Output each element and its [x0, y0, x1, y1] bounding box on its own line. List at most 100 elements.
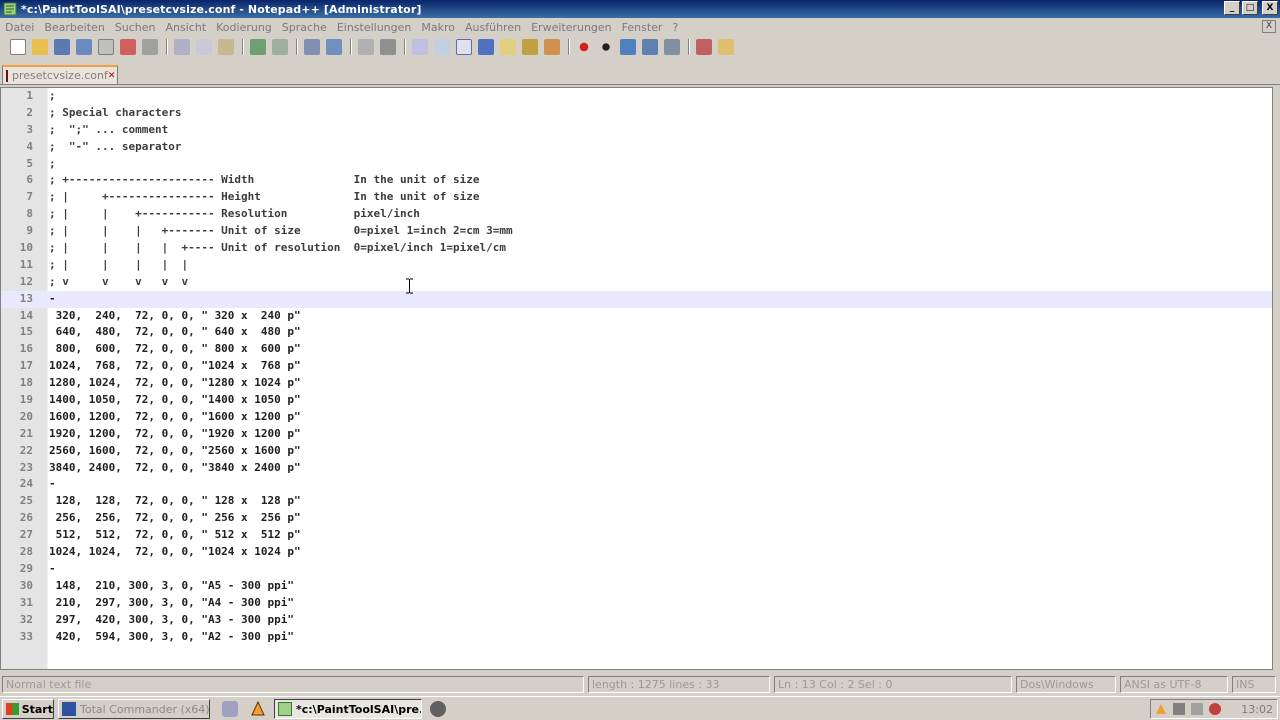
editor-line[interactable]: 3 ; ";" ... comment: [1, 122, 1272, 139]
copy-icon[interactable]: [196, 39, 212, 55]
indent-guide-icon[interactable]: [500, 39, 516, 55]
menu-macro[interactable]: Makro: [416, 21, 460, 34]
menu-window[interactable]: Fenster: [617, 21, 668, 34]
editor-line[interactable]: 24 -: [1, 476, 1272, 493]
editor[interactable]: 1; 2; Special characters 3; ";" ... commen…: [0, 87, 1273, 670]
line-text: -: [49, 477, 56, 491]
start-button[interactable]: Start: [2, 699, 54, 719]
editor-line[interactable]: 2 ; Special characters: [1, 105, 1272, 122]
replace-icon[interactable]: [326, 39, 342, 55]
stop-macro-icon[interactable]: [598, 39, 614, 55]
network-icon[interactable]: [1173, 703, 1185, 715]
menu-search[interactable]: Suchen: [110, 21, 161, 34]
save-macro-icon[interactable]: [664, 39, 680, 55]
app-icon[interactable]: [430, 701, 446, 717]
close-button[interactable]: X: [1262, 1, 1278, 15]
menu-plugins[interactable]: Erweiterungen: [526, 21, 617, 34]
editor-line[interactable]: 25 128, 128, 72, 0, 0, " 128 x 128 p": [1, 493, 1272, 510]
run-macro-multiple-icon[interactable]: [642, 39, 658, 55]
menu-help[interactable]: ?: [667, 21, 683, 34]
editor-line[interactable]: 33 420, 594, 300, 3, 0, "A2 - 300 ppi": [1, 629, 1272, 646]
sync-horizontal-icon[interactable]: [434, 39, 450, 55]
tab-close-icon[interactable]: ✕: [108, 70, 116, 82]
menu-edit[interactable]: Bearbeiten: [39, 21, 109, 34]
new-file-icon[interactable]: [10, 39, 26, 55]
editor-line[interactable]: 26 256, 256, 72, 0, 0, " 256 x 256 p": [1, 510, 1272, 527]
record-macro-icon[interactable]: [576, 39, 592, 55]
editor-line[interactable]: 10 ; | | | | +---- Unit of resolution 0=p…: [1, 240, 1272, 257]
editor-line[interactable]: 6 ; +---------------------- Width In the …: [1, 172, 1272, 189]
menu-encoding[interactable]: Kodierung: [211, 21, 277, 34]
editor-line[interactable]: 12 ; v v v v v: [1, 274, 1272, 291]
vlc-icon[interactable]: [250, 701, 266, 717]
menu-file[interactable]: Datei: [0, 21, 39, 34]
sync-vertical-icon[interactable]: [412, 39, 428, 55]
title-bar[interactable]: *c:\PaintToolSAI\presetcvsize.conf - Not…: [0, 0, 1280, 18]
save-all-icon[interactable]: [76, 39, 92, 55]
zoom-in-icon[interactable]: [358, 39, 374, 55]
editor-line[interactable]: 23 3840, 2400, 72, 0, 0, "3840 x 2400 p": [1, 460, 1272, 477]
cut-icon[interactable]: [174, 39, 190, 55]
vlc-tray-icon[interactable]: [1155, 703, 1167, 715]
find-icon[interactable]: [304, 39, 320, 55]
line-text: ; Special characters: [49, 105, 182, 119]
menu-settings[interactable]: Einstellungen: [332, 21, 417, 34]
editor-line[interactable]: 7 ; | +---------------- Height In the uni…: [1, 189, 1272, 206]
menu-language[interactable]: Sprache: [277, 21, 332, 34]
user-language-icon[interactable]: [522, 39, 538, 55]
taskbar: Start Total Commander (x64) *c:\PaintToo…: [0, 696, 1280, 720]
editor-line[interactable]: 32 297, 420, 300, 3, 0, "A3 - 300 ppi": [1, 612, 1272, 629]
editor-line[interactable]: 15 640, 480, 72, 0, 0, " 640 x 480 p": [1, 324, 1272, 341]
editor-line[interactable]: 31 210, 297, 300, 3, 0, "A4 - 300 ppi": [1, 595, 1272, 612]
editor-line[interactable]: 13 -: [1, 290, 1272, 308]
doc-map-icon[interactable]: [544, 39, 560, 55]
undo-icon[interactable]: [250, 39, 266, 55]
redo-icon[interactable]: [272, 39, 288, 55]
editor-line[interactable]: 27 512, 512, 72, 0, 0, " 512 x 512 p": [1, 527, 1272, 544]
taskbar-item-total-commander[interactable]: Total Commander (x64): [58, 699, 210, 719]
close-all-icon[interactable]: [120, 39, 136, 55]
editor-line[interactable]: 1;: [1, 88, 1272, 105]
editor-line[interactable]: 16 800, 600, 72, 0, 0, " 800 x 600 p": [1, 341, 1272, 358]
zoom-out-icon[interactable]: [380, 39, 396, 55]
status-encoding: ANSI as UTF-8: [1120, 676, 1228, 693]
spell-check-icon[interactable]: [696, 39, 712, 55]
tab-presetcvsize[interactable]: presetcvsize.conf ✕: [2, 65, 118, 84]
paste-icon[interactable]: [218, 39, 234, 55]
word-wrap-icon[interactable]: [456, 39, 472, 55]
editor-line[interactable]: 30 148, 210, 300, 3, 0, "A5 - 300 ppi": [1, 578, 1272, 595]
editor-line[interactable]: 18 1280, 1024, 72, 0, 0, "1280 x 1024 p": [1, 375, 1272, 392]
maximize-button[interactable]: □: [1242, 1, 1258, 15]
editor-line[interactable]: 9 ; | | | +------- Unit of size 0=pixel 1…: [1, 223, 1272, 240]
editor-line[interactable]: 22 2560, 1600, 72, 0, 0, "2560 x 1600 p": [1, 443, 1272, 460]
menu-view[interactable]: Ansicht: [161, 21, 212, 34]
close-file-icon[interactable]: [98, 39, 114, 55]
editor-line[interactable]: 29 -: [1, 561, 1272, 578]
security-icon[interactable]: [1209, 703, 1221, 715]
menu-run[interactable]: Ausführen: [460, 21, 526, 34]
editor-line[interactable]: 20 1600, 1200, 72, 0, 0, "1600 x 1200 p": [1, 409, 1272, 426]
line-number: 33: [19, 629, 33, 643]
line-number: 30: [19, 578, 33, 592]
editor-line[interactable]: 19 1400, 1050, 72, 0, 0, "1400 x 1050 p": [1, 392, 1272, 409]
taskbar-item-notepadpp[interactable]: *c:\PaintToolSAI\pre...: [274, 699, 422, 719]
editor-line[interactable]: 17 1024, 768, 72, 0, 0, "1024 x 768 p": [1, 358, 1272, 375]
print-icon[interactable]: [142, 39, 158, 55]
quick-launch-icon[interactable]: [222, 701, 238, 717]
minimize-button[interactable]: _: [1224, 1, 1240, 15]
editor-line[interactable]: 28 1024, 1024, 72, 0, 0, "1024 x 1024 p": [1, 544, 1272, 561]
save-icon[interactable]: [54, 39, 70, 55]
editor-line[interactable]: 5;: [1, 156, 1272, 173]
plugin-icon[interactable]: [718, 39, 734, 55]
close-document-icon[interactable]: X: [1262, 20, 1276, 33]
editor-line[interactable]: 4 ; "-" ... separator: [1, 139, 1272, 156]
line-text: ; v v v v v: [49, 274, 189, 288]
editor-line[interactable]: 14 320, 240, 72, 0, 0, " 320 x 240 p": [1, 308, 1272, 325]
play-macro-icon[interactable]: [620, 39, 636, 55]
show-all-chars-icon[interactable]: [478, 39, 494, 55]
open-file-icon[interactable]: [32, 39, 48, 55]
editor-line[interactable]: 8 ; | | +----------- Resolution pixel/inc…: [1, 206, 1272, 223]
volume-icon[interactable]: [1191, 703, 1203, 715]
editor-line[interactable]: 11 ; | | | | |: [1, 257, 1272, 274]
editor-line[interactable]: 21 1920, 1200, 72, 0, 0, "1920 x 1200 p": [1, 426, 1272, 443]
